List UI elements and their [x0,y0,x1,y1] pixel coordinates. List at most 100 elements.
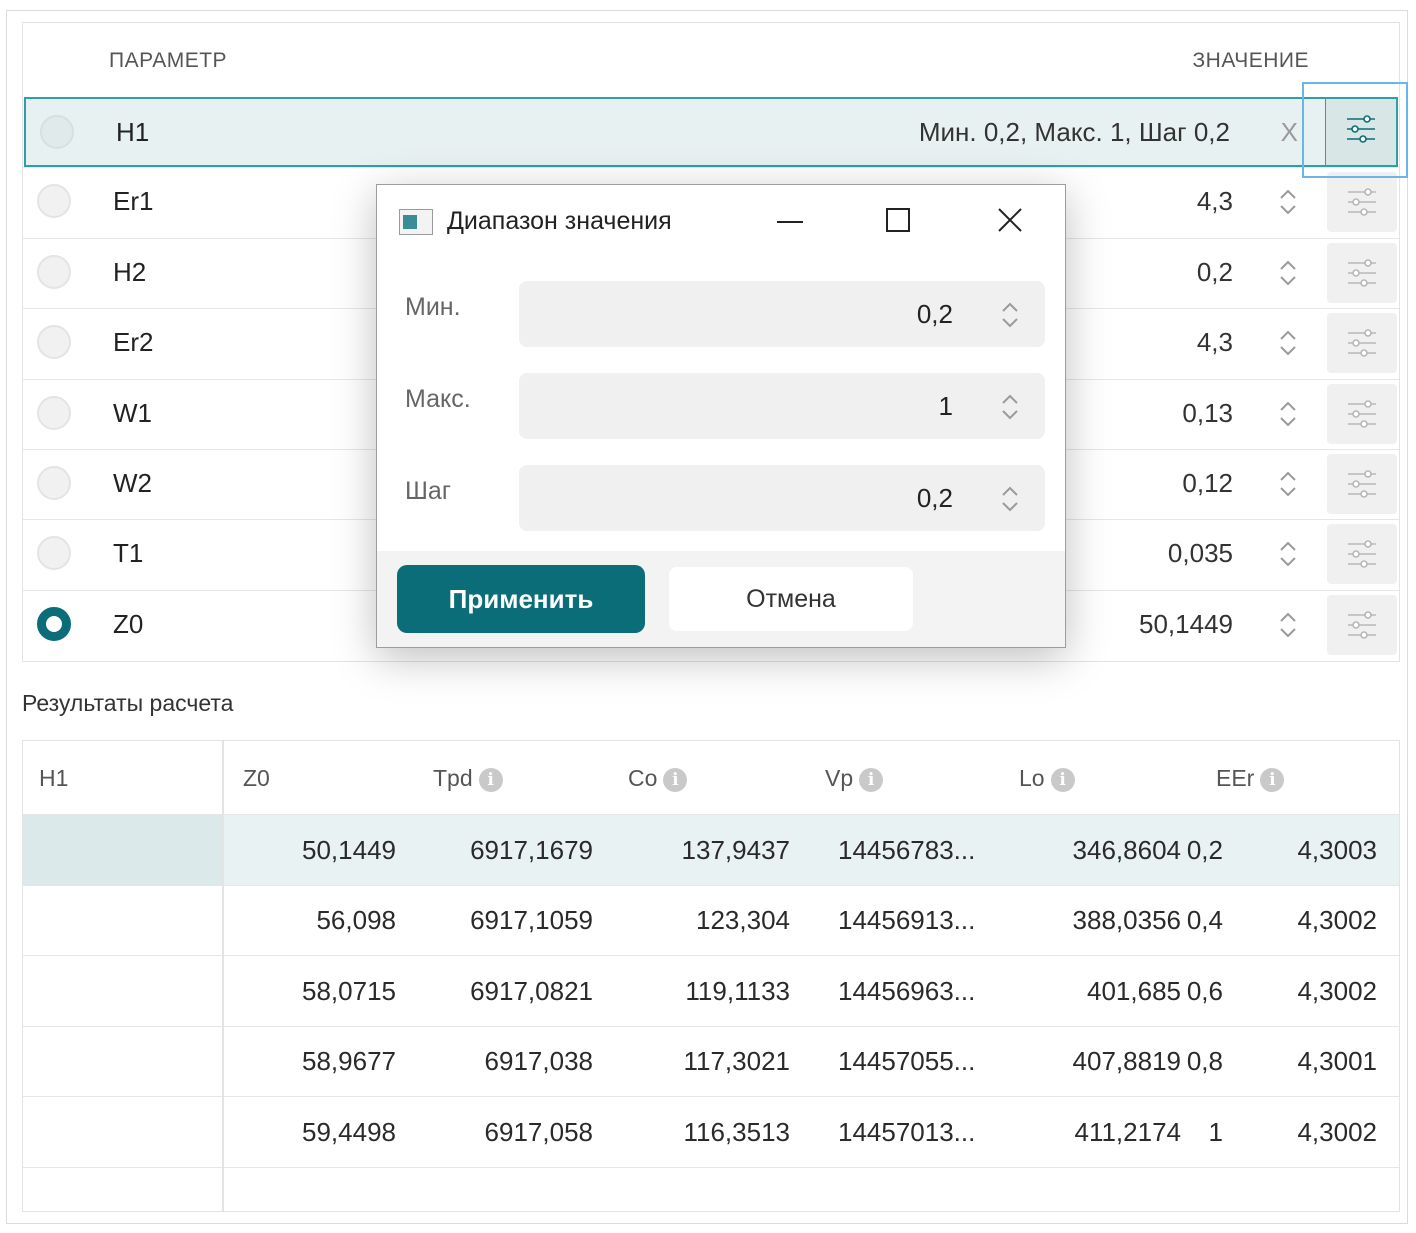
param-name: Er1 [113,186,154,217]
results-cell-co: 116,3513 [683,1116,790,1147]
results-row[interactable]: 0,4 56,098 6917,1059 123,304 14456913... 388,… [23,885,1399,957]
value-spinner[interactable] [1273,464,1303,504]
value-spinner[interactable] [1273,605,1303,645]
results-cell-lo: 388,0356 [1072,905,1181,936]
value-spinner[interactable] [1273,534,1303,574]
param-value[interactable]: 50,1449 [1139,609,1233,640]
results-cell-tpd: 6917,0821 [470,975,593,1006]
value-spinner[interactable] [1273,253,1303,293]
results-col-h1[interactable]: H1 [39,765,68,792]
range-settings-button[interactable] [1327,242,1397,303]
results-row[interactable]: 0,8 58,9677 6917,038 117,3021 14457055... 407… [23,1026,1399,1098]
param-value[interactable]: 0,035 [1168,538,1233,569]
results-cell-tpd: 6917,1059 [470,905,593,936]
results-row[interactable]: 0,6 58,0715 6917,0821 119,1133 14456963... 40… [23,956,1399,1027]
row-header-cell [23,815,222,885]
cancel-button[interactable]: Отмена [669,567,913,631]
results-header: H1 Z0 Tpd i Co i Vp i Lo i EEr i [23,741,1399,815]
results-col-tpd[interactable]: Tpd i [433,765,503,792]
param-radio[interactable] [37,466,71,500]
results-cell-vp: 14457055... [838,1046,976,1077]
spinner-chevrons-icon[interactable] [995,479,1025,519]
min-input[interactable]: 0,2 [519,281,1045,347]
param-value[interactable]: 0,12 [1182,468,1233,499]
spinner-chevrons-icon[interactable] [1273,605,1303,645]
spinner-chevrons-icon[interactable] [1273,394,1303,434]
param-name: H2 [113,256,147,287]
results-cell-z0: 59,4498 [302,1116,396,1147]
results-cell-z0: 50,1449 [302,835,396,865]
results-cell-vp: 14456783... [838,835,976,865]
spinner-chevrons-icon[interactable] [1273,464,1303,504]
info-icon[interactable]: i [859,767,884,792]
param-radio[interactable] [37,184,71,219]
minimize-button[interactable] [767,199,813,243]
results-col-co[interactable]: Co i [628,765,688,792]
param-radio[interactable] [37,325,71,360]
step-input[interactable]: 0,2 [519,465,1045,531]
results-cell-eer: 4,3002 [1297,1116,1377,1147]
results-cell-tpd: 6917,038 [484,1046,593,1077]
spinner-chevrons-icon[interactable] [1273,323,1303,363]
results-cell-lo: 346,8604 [1072,835,1181,865]
clear-range-button[interactable]: X [1281,117,1298,148]
spinner-chevrons-icon[interactable] [1273,534,1303,574]
results-table: H1 Z0 Tpd i Co i Vp i Lo i EEr i 0,2 50,1449 6917,167… [22,740,1400,1212]
spinner-chevrons-icon[interactable] [995,295,1025,335]
results-cell-lo: 411,2174 [1074,1116,1181,1147]
results-cell-z0: 58,0715 [302,975,396,1006]
param-name: H1 [116,117,150,147]
info-icon[interactable]: i [1260,767,1285,792]
param-name: Z0 [113,608,144,639]
param-radio[interactable] [37,606,71,641]
info-icon[interactable]: i [663,767,688,792]
value-spinner[interactable] [1273,394,1303,434]
close-button[interactable] [987,199,1033,243]
spinner-chevrons-icon[interactable] [995,387,1025,427]
results-row[interactable]: 1 59,4498 6917,058 116,3513 14457013... 411,2… [23,1097,1399,1168]
sliders-icon [1348,540,1376,569]
results-col-z0[interactable]: Z0 [243,765,270,792]
range-settings-button[interactable] [1327,383,1397,444]
param-row-h1[interactable]: H1 Мин. 0,2, Макс. 1, Шаг 0,2 X [24,97,1398,167]
range-settings-button[interactable] [1327,454,1397,514]
apply-button[interactable]: Применить [397,565,645,633]
window-app-icon [399,209,433,235]
results-col-lo[interactable]: Lo i [1019,765,1075,792]
spinner-chevrons-icon[interactable] [1273,253,1303,293]
results-row[interactable]: 0,2 50,1449 6917,1679 137,9437 14456783... 34… [23,815,1399,886]
param-value[interactable]: 0,13 [1182,398,1233,429]
param-value[interactable]: 4,3 [1197,186,1233,217]
maximize-button[interactable] [875,199,921,243]
results-col-vp[interactable]: Vp i [825,765,884,792]
max-input[interactable]: 1 [519,373,1045,439]
info-icon[interactable]: i [1050,767,1075,792]
param-radio[interactable] [37,254,71,289]
results-col-eer[interactable]: EEr i [1216,765,1285,792]
spinner-chevrons-icon[interactable] [1273,182,1303,222]
results-cell-h1: 0,4 [1186,905,1223,936]
sliders-icon [1348,470,1376,498]
value-spinner[interactable] [1273,182,1303,222]
param-value[interactable]: 4,3 [1197,327,1233,358]
results-cell-z0: 58,9677 [302,1046,396,1077]
range-settings-button[interactable] [1327,524,1397,585]
focus-outline [1302,82,1408,178]
range-settings-button[interactable] [1327,594,1397,655]
close-icon [998,208,1022,232]
param-radio[interactable] [37,395,71,430]
value-spinner[interactable] [1273,323,1303,363]
param-value[interactable]: Мин. 0,2, Макс. 1, Шаг 0,2 [919,117,1230,148]
range-settings-button[interactable] [1327,313,1397,374]
info-icon[interactable]: i [478,767,503,792]
row-header-cell [23,1097,222,1167]
range-dialog: Диапазон значения Мин. 0,2 Макс. 1 Шаг 0,2 Пр… [376,184,1066,648]
results-cell-co: 137,9437 [681,835,790,865]
param-value[interactable]: 0,2 [1197,257,1233,288]
param-radio[interactable] [40,115,74,149]
results-cell-z0: 56,098 [316,905,396,936]
range-settings-button[interactable] [1327,172,1397,233]
param-radio[interactable] [37,536,71,571]
param-name: W1 [113,397,152,428]
results-cell-h1: 0,2 [1186,835,1223,865]
